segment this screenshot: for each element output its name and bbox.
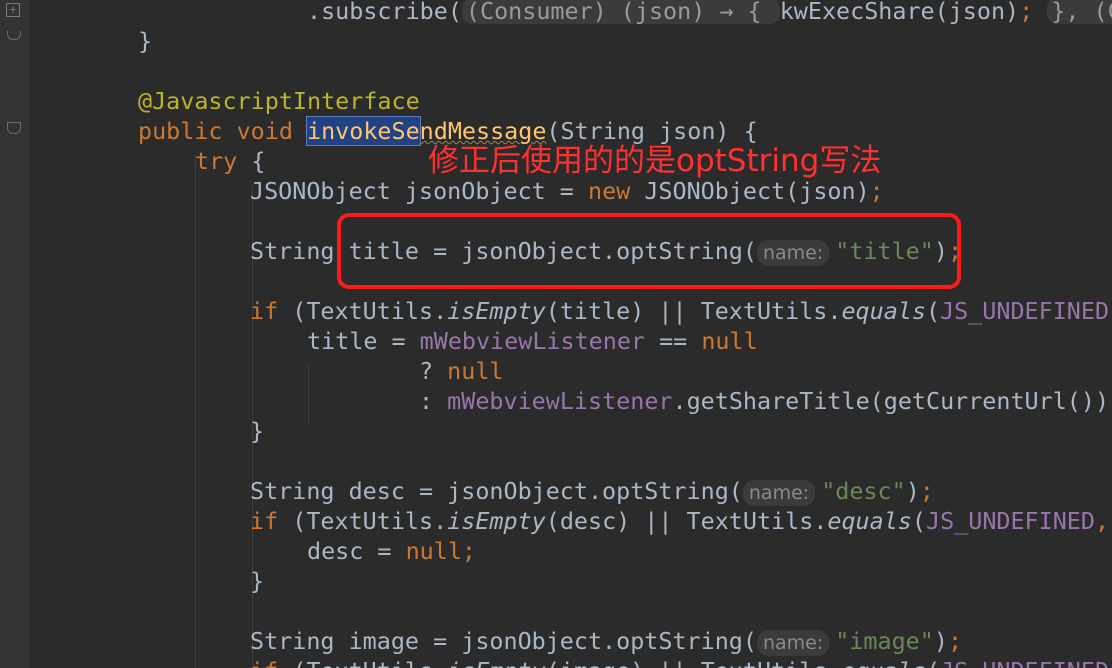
annotation-highlight-box [337,213,961,289]
code-line[interactable]: try { [195,146,265,176]
parameter-hint: name: [742,480,816,506]
code-token: "image" [835,627,934,655]
code-line[interactable]: .subscribe((Consumer) (json) → { kwExecS… [307,0,1112,26]
code-token: JS_UNDEFINED [925,507,1095,535]
parameter-hint: }, (Co [1047,0,1112,24]
code-line[interactable]: String image = jsonObject.optString(name… [250,626,962,656]
code-area[interactable]: .subscribe((Consumer) (json) → { kwExecS… [0,0,1112,668]
code-token: JSONObject jsonObject = [250,177,588,205]
code-token: public void [138,117,307,145]
code-token: ( [911,507,926,535]
code-token: isEmpty [447,657,546,668]
code-token: desc = [307,537,406,565]
code-line[interactable]: } [250,416,264,446]
parameter-hint: (Consumer) (json) → { [461,0,780,24]
code-token: (desc) || TextUtils. [545,507,828,535]
code-token: invokeSe [306,116,421,146]
code-line[interactable]: } [138,26,152,56]
code-line[interactable]: : mWebviewListener.getShareTitle(getCurr… [419,386,1112,416]
code-token: ) [905,477,920,505]
code-token: { [251,147,266,175]
code-line[interactable]: } [250,566,264,596]
code-token: @JavascriptInterface [138,87,420,115]
code-line[interactable]: @JavascriptInterface [138,86,420,116]
code-line[interactable]: if (TextUtils.isEmpty(image) || TextUtil… [250,656,1109,668]
code-token: } [250,417,265,445]
code-token: String desc = jsonObject.optString( [250,477,743,505]
code-token: try [195,147,252,175]
code-token: mWebviewListener [419,327,660,355]
code-token: ; [1019,0,1048,25]
annotation-text: 修正后使用的的是optString写法 [428,143,882,179]
code-line[interactable]: if (TextUtils.isEmpty(title) || TextUtil… [250,296,1112,326]
code-token: JS_UNDEFINED [940,657,1109,668]
code-token: mWebviewListener [447,387,673,415]
code-line[interactable]: ? null [419,356,504,386]
code-token: } [250,567,265,595]
code-token: ; [919,477,934,505]
code-token: equals [841,657,926,668]
code-line[interactable]: desc = null; [307,536,476,566]
code-line[interactable]: if (TextUtils.isEmpty(desc) || TextUtils… [250,506,1109,536]
code-token: } [138,27,153,55]
code-token: ; [869,177,884,205]
code-token: .subscribe( [307,0,462,25]
code-token: kwExecShare(json) [779,0,1020,25]
code-token: isEmpty [447,297,546,325]
code-token: (TextUtils. [292,507,448,535]
code-token: equals [827,507,912,535]
code-token: isEmpty [447,507,546,535]
code-token: .getShareTitle(getCurrentUrl()) [672,387,1110,415]
code-token: if [250,507,293,535]
code-token: ; [461,537,477,565]
code-token: (image) || TextUtils. [546,657,842,668]
code-token: JSONObject(json) [644,177,870,205]
code-token: (TextUtils. [292,297,448,325]
code-token: : [419,387,448,415]
code-token: == [659,327,702,355]
code-token: JS_UNDEFINED [940,297,1110,325]
code-token: title = [307,327,420,355]
code-line[interactable]: title = mWebviewListener == null [307,326,758,356]
code-token: ) [933,627,948,655]
code-token: (TextUtils. [292,657,447,668]
code-token: equals [841,297,926,325]
code-token: "desc" [821,477,906,505]
code-token: ; [947,627,963,655]
code-token: new [587,177,645,205]
code-token: null [447,357,504,385]
code-token: if [250,657,292,668]
code-token: String image = jsonObject.optString( [250,627,757,655]
code-token: null [405,537,462,565]
code-token: (title) || TextUtils. [545,297,842,325]
code-token: ( [926,657,940,668]
code-line[interactable]: String desc = jsonObject.optString(name:… [250,476,934,506]
code-token: ? [419,357,448,385]
parameter-hint: name: [756,630,830,656]
code-token: if [250,297,293,325]
code-token: null [701,327,758,355]
code-editor[interactable]: + .subscribe((Consumer) (json) → { kwExe… [0,0,1112,668]
code-token: , [1094,507,1110,535]
code-token: ( [925,297,941,325]
